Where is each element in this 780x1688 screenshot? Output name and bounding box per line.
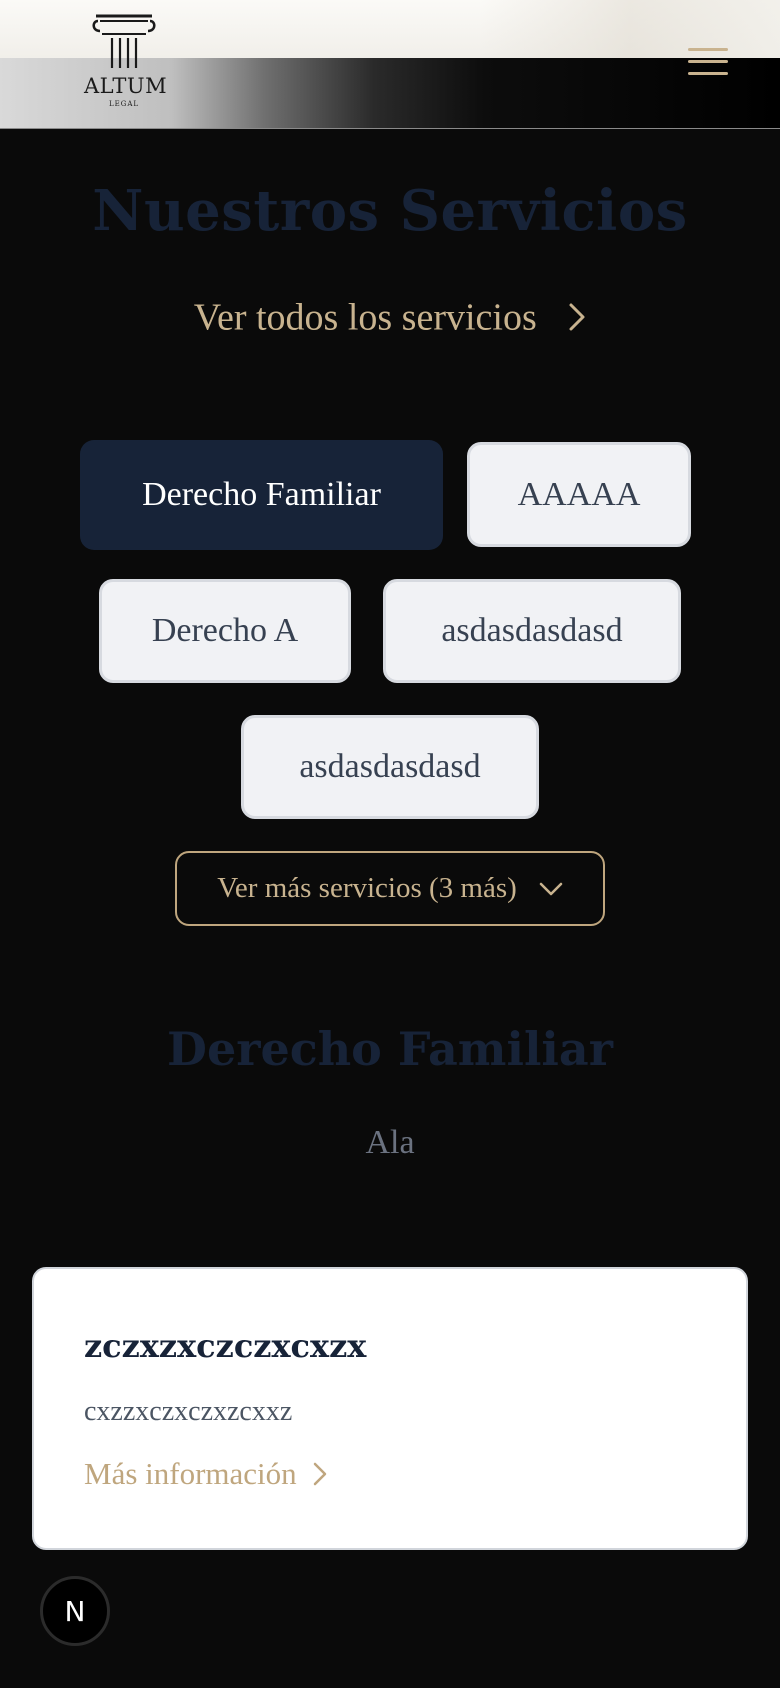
service-chip-derecho-a[interactable]: Derecho A [99, 579, 351, 683]
chip-label: AAAAA [517, 475, 641, 513]
chip-label: Derecho Familiar [142, 476, 381, 513]
logo-subtext: LEGAL [108, 100, 140, 108]
view-all-services-label: Ver todos los servicios [193, 296, 537, 339]
chevron-right-icon [313, 1462, 326, 1486]
column-logo-icon [92, 14, 156, 68]
more-services-label: Ver más servicios (3 más) [217, 872, 517, 904]
services-title: Nuestros Servicios [92, 178, 688, 244]
logo-text: ALTUM [84, 74, 168, 98]
category-description: Ala [365, 1124, 415, 1161]
more-services-button[interactable]: Ver más servicios (3 más) [175, 851, 605, 926]
more-info-link[interactable]: Más información [84, 1456, 327, 1492]
category-title: Derecho Familiar [167, 1022, 613, 1076]
service-card-text: cxzzxczxczxzcxxz [84, 1396, 293, 1427]
chip-label: Derecho A [151, 612, 299, 649]
service-card-title: zczxzxczczxcxzx [84, 1327, 367, 1365]
site-header: ALTUM LEGAL [0, 0, 780, 129]
view-all-services-link[interactable]: Ver todos los servicios [0, 292, 780, 339]
chevron-right-icon [569, 303, 585, 331]
hamburger-menu-button[interactable] [688, 46, 728, 78]
header-decoration [480, 0, 780, 58]
fab-label: N [64, 1594, 86, 1628]
menu-bar-icon [688, 60, 728, 63]
service-chip-aaaaa[interactable]: AAAAA [467, 442, 691, 547]
menu-bar-icon [688, 72, 728, 75]
service-card: zczxzxczczxcxzx cxzzxczxczxzcxxz Más inf… [32, 1267, 748, 1550]
more-info-label: Más información [84, 1456, 297, 1491]
service-chip-derecho-familiar[interactable]: Derecho Familiar [80, 440, 443, 550]
chevron-down-icon [539, 882, 563, 895]
service-chip-asdasdasdasd-2[interactable]: asdasdasdasd [241, 715, 539, 819]
service-chip-asdasdasdasd-1[interactable]: asdasdasdasd [383, 579, 681, 683]
nextjs-badge-button[interactable]: N [40, 1576, 110, 1646]
chip-label: asdasdasdasd [441, 612, 623, 649]
menu-bar-icon [688, 48, 728, 51]
chip-label: asdasdasdasd [299, 748, 481, 785]
altum-logo[interactable]: ALTUM LEGAL [84, 12, 168, 112]
